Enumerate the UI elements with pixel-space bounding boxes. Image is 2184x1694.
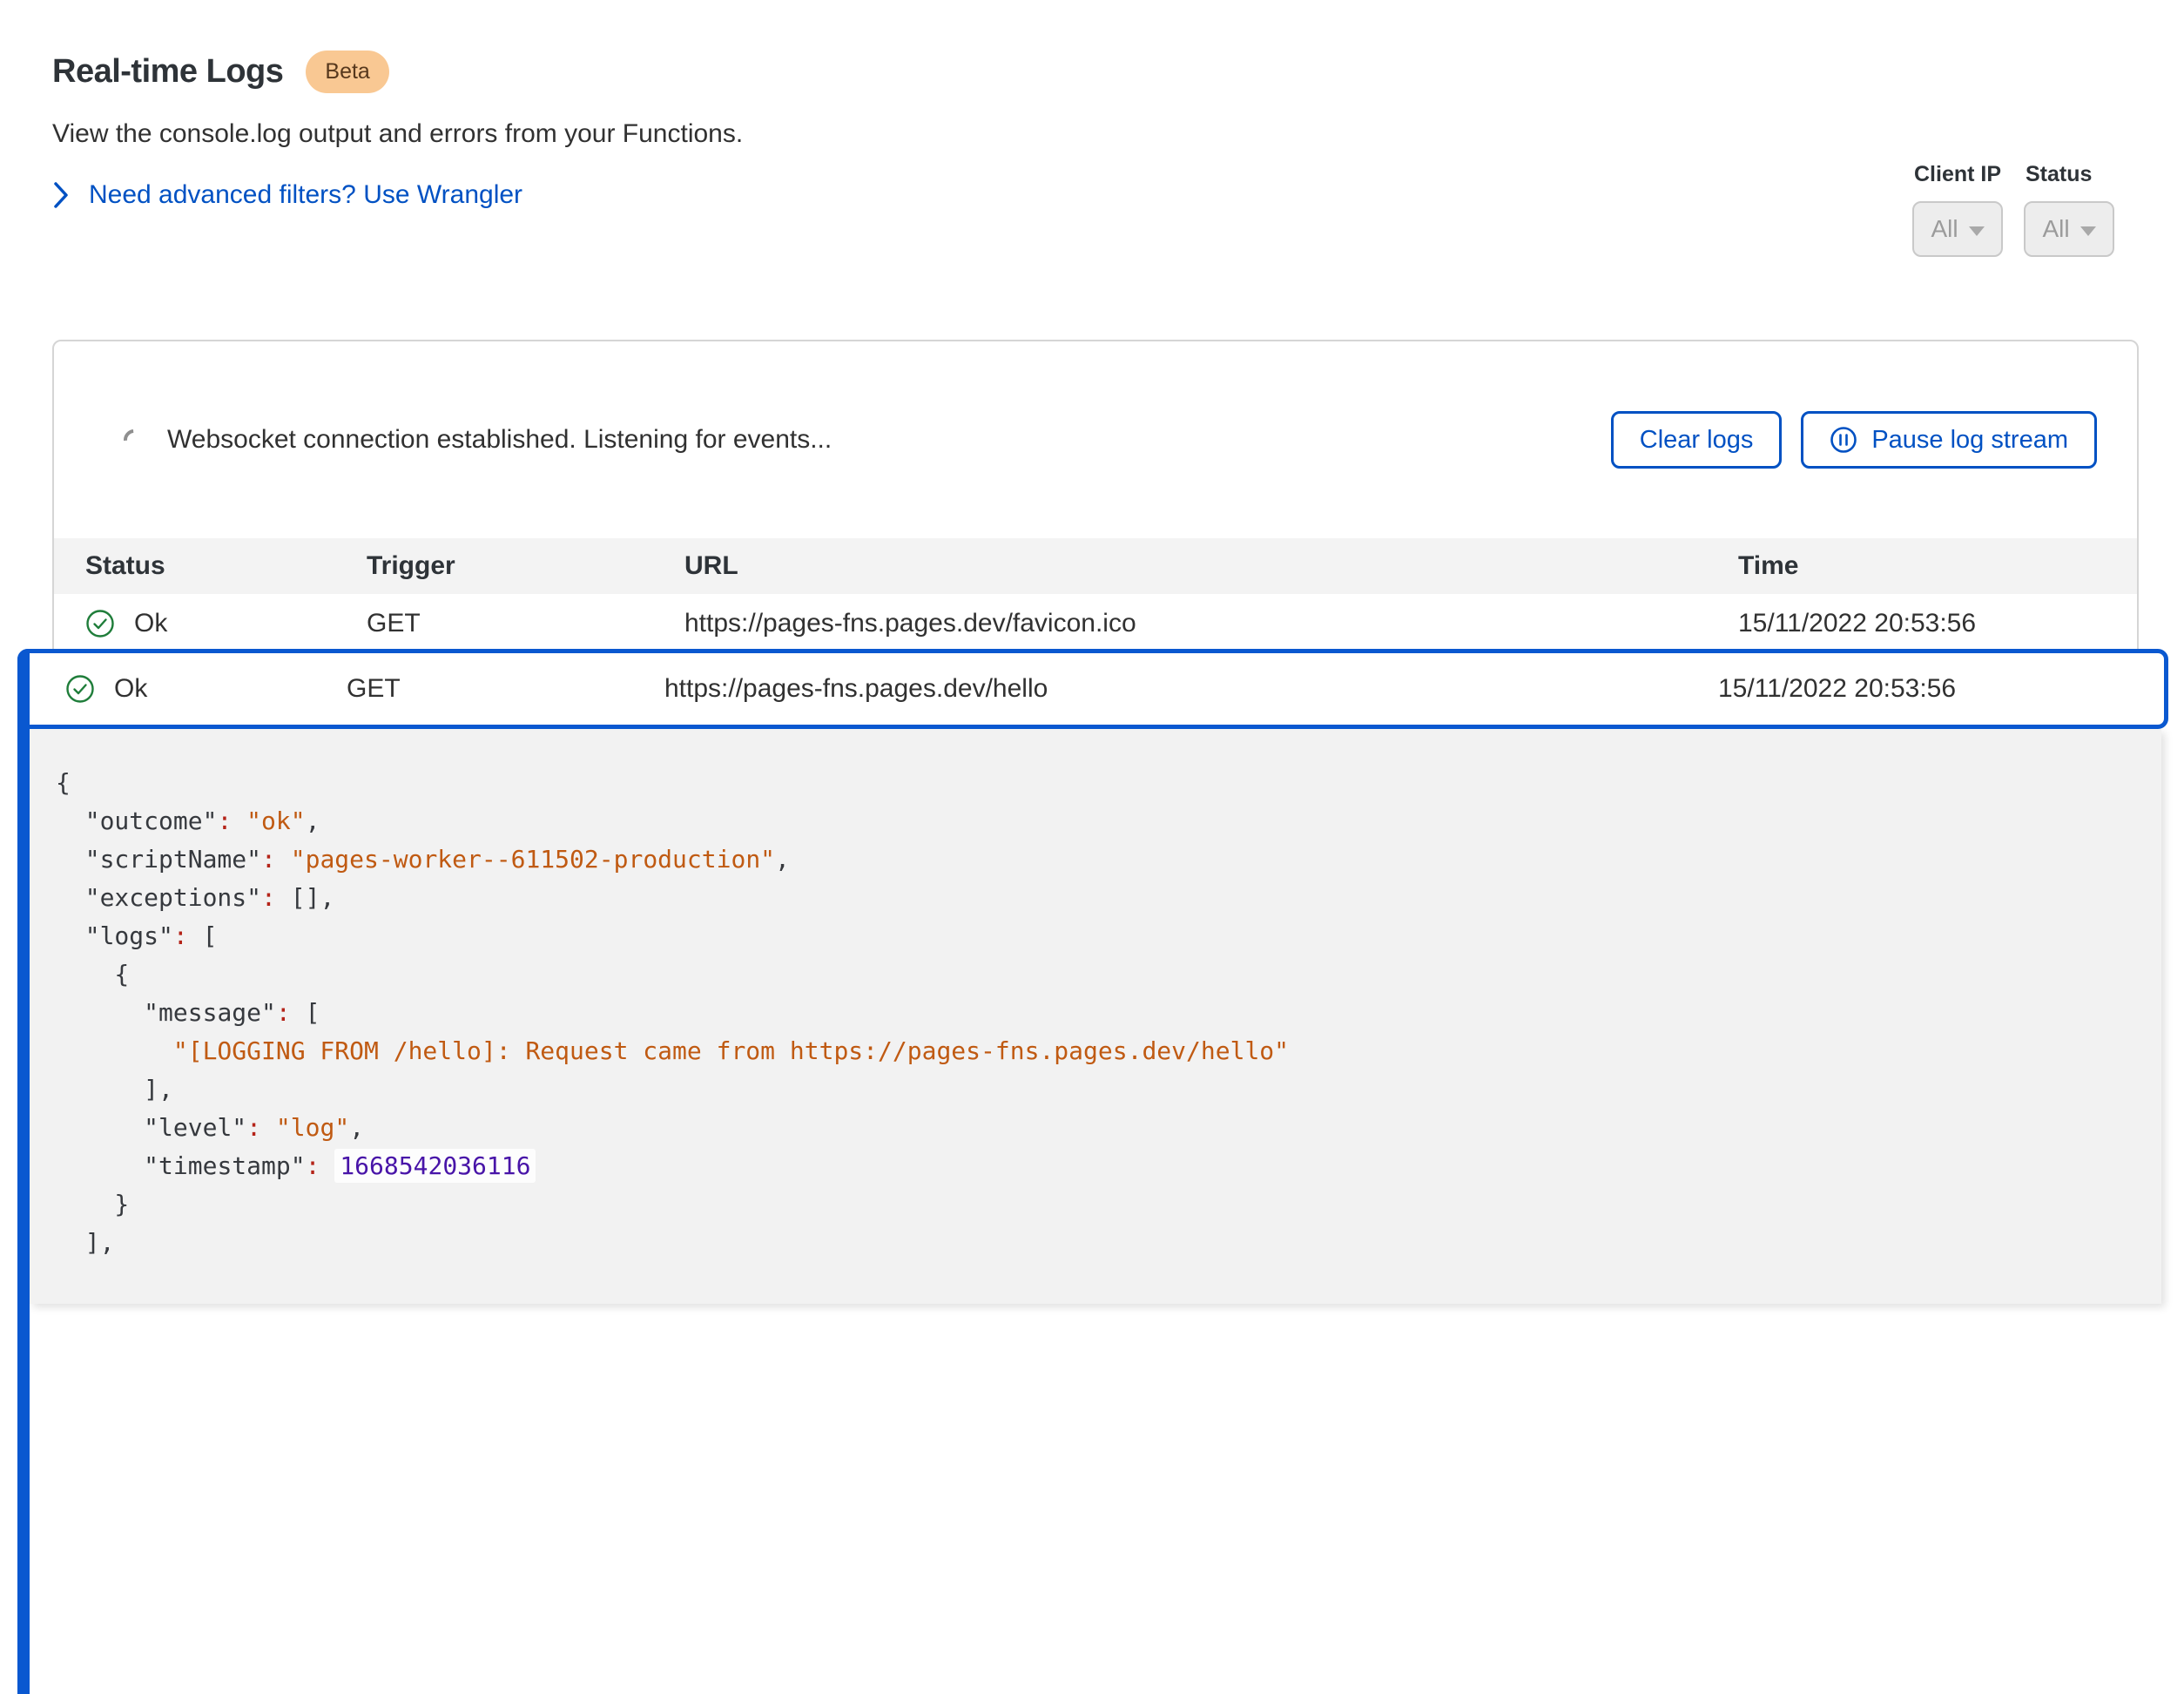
client-ip-filter-value: All (1931, 215, 1958, 243)
filters: Client IP All Status All (1912, 162, 2114, 257)
column-header-status: Status (54, 551, 367, 581)
status-value: Ok (114, 674, 147, 704)
status-filter-group: Status All (2024, 162, 2114, 257)
url-value: https://pages-fns.pages.dev/hello (664, 674, 1718, 704)
time-value: 15/11/2022 20:53:56 (1738, 609, 2137, 638)
clear-logs-button-label: Clear logs (1640, 426, 1754, 455)
chevron-right-icon (52, 181, 70, 209)
column-header-time: Time (1738, 551, 2137, 581)
log-actions: Clear logs Pause log stream (1611, 411, 2097, 469)
advanced-filters-link[interactable]: Need advanced filters? Use Wrangler (52, 180, 522, 210)
clear-logs-button[interactable]: Clear logs (1611, 411, 1783, 469)
pause-circle-icon (1830, 426, 1857, 454)
column-header-trigger: Trigger (367, 551, 684, 581)
page-title: Real-time Logs (52, 53, 283, 91)
trigger-value: GET (367, 609, 684, 638)
caret-down-icon (2080, 226, 2096, 236)
column-header-url: URL (684, 551, 1738, 581)
advanced-filters-link-label: Need advanced filters? Use Wrangler (89, 180, 522, 210)
pause-log-stream-button-label: Pause log stream (1871, 426, 2068, 455)
status-cell: Ok (54, 609, 367, 638)
page-header: Real-time Logs Beta View the console.log… (52, 51, 743, 210)
log-table-row[interactable]: Ok GET https://pages-fns.pages.dev/favic… (54, 594, 2137, 653)
log-detail-panel: { "outcome": "ok", "scriptName": "pages-… (30, 729, 2161, 1304)
beta-badge: Beta (306, 51, 388, 93)
check-circle-icon (65, 674, 95, 704)
page-description: View the console.log output and errors f… (52, 119, 743, 149)
time-value: 15/11/2022 20:53:56 (1718, 674, 2164, 704)
log-json-code: { "outcome": "ok", "scriptName": "pages-… (56, 764, 2161, 1262)
status-filter-label: Status (2026, 162, 2114, 187)
status-filter-value: All (2042, 215, 2069, 243)
log-table-row-selected[interactable]: Ok GET https://pages-fns.pages.dev/hello… (17, 649, 2168, 729)
log-entry-expanded: Ok GET https://pages-fns.pages.dev/hello… (17, 649, 2168, 1304)
client-ip-filter-group: Client IP All (1912, 162, 2003, 257)
websocket-status-bar: Websocket connection established. Listen… (54, 341, 2137, 538)
pause-log-stream-button[interactable]: Pause log stream (1801, 411, 2097, 469)
client-ip-filter-select[interactable]: All (1912, 201, 2003, 257)
status-value: Ok (134, 609, 167, 638)
status-cell: Ok (34, 674, 347, 704)
trigger-value: GET (347, 674, 664, 704)
url-value: https://pages-fns.pages.dev/favicon.ico (684, 609, 1738, 638)
spinner-icon (119, 425, 149, 455)
caret-down-icon (1969, 226, 1985, 236)
check-circle-icon (85, 609, 115, 638)
websocket-status-message: Websocket connection established. Listen… (167, 425, 832, 455)
log-table-header: Status Trigger URL Time (54, 538, 2137, 594)
status-filter-select[interactable]: All (2024, 201, 2114, 257)
client-ip-filter-label: Client IP (1914, 162, 2003, 187)
